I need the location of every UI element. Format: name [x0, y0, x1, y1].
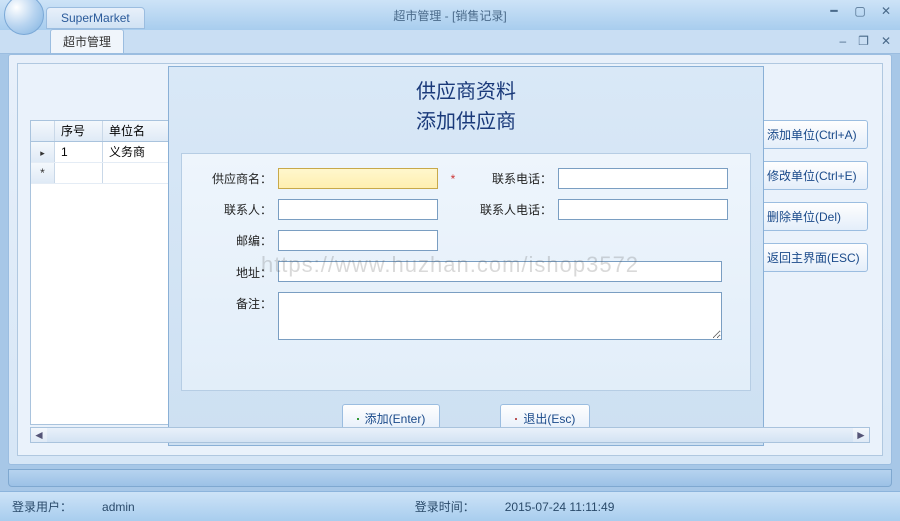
phone-input[interactable] — [558, 168, 728, 189]
grid-header-serial[interactable]: 序号 — [55, 121, 103, 141]
back-main-label: 返回主界面(ESC) — [767, 249, 860, 266]
mdi-restore-icon[interactable]: ❐ — [855, 34, 872, 48]
exit-icon — [515, 418, 517, 420]
label-supplier-name: 供应商名： — [192, 170, 278, 187]
mdi-minimize-icon[interactable]: – — [836, 34, 849, 48]
content-area: 序号 单位名 1 义务商 添加单位(Ctrl+A) 修改单位(Ctrl+E) — [8, 54, 892, 465]
label-contact-phone: 联系人电话： — [468, 201, 558, 218]
window-title: 超市管理 - [销售记录] — [393, 7, 506, 24]
dialog-title: 供应商资料 添加供应商 — [169, 67, 763, 137]
address-input[interactable] — [278, 261, 722, 282]
grid-header-unit[interactable]: 单位名 — [103, 121, 169, 141]
new-row-indicator-icon — [31, 163, 55, 183]
label-contact: 联系人： — [192, 201, 278, 218]
zip-input[interactable] — [278, 230, 438, 251]
document-tab-strip: 超市管理 – ❐ ✕ — [0, 30, 900, 54]
status-user-label: 登录用户： — [12, 498, 72, 515]
close-button[interactable]: ✕ — [878, 4, 894, 18]
mdi-close-icon[interactable]: ✕ — [878, 34, 894, 48]
supplier-grid[interactable]: 序号 单位名 1 义务商 — [30, 120, 170, 425]
dialog-exit-label: 退出(Esc) — [523, 410, 575, 427]
dialog-add-label: 添加(Enter) — [365, 410, 426, 427]
status-user-value: admin — [102, 500, 135, 514]
add-unit-label: 添加单位(Ctrl+A) — [767, 126, 857, 143]
ribbon-bottom-bar — [8, 469, 892, 487]
title-bar: SuperMarket 超市管理 - [销售记录] ━ ▢ ✕ — [0, 0, 900, 30]
status-bar: 登录用户： admin 登录时间： 2015-07-24 11:11:49 — [0, 491, 900, 521]
maximize-button[interactable]: ▢ — [852, 4, 868, 18]
cell-serial: 1 — [55, 142, 103, 162]
delete-unit-label: 删除单位(Del) — [767, 208, 841, 225]
label-address: 地址： — [192, 261, 278, 281]
row-indicator-icon — [31, 142, 55, 162]
inner-panel: 序号 单位名 1 义务商 添加单位(Ctrl+A) 修改单位(Ctrl+E) — [17, 63, 883, 456]
table-row[interactable]: 1 义务商 — [31, 142, 169, 163]
remark-input[interactable] — [278, 292, 722, 340]
required-mark: * — [438, 172, 468, 186]
label-remark: 备注： — [192, 292, 278, 312]
cell-unit: 义务商 — [103, 142, 169, 162]
status-time-value: 2015-07-24 11:11:49 — [505, 500, 615, 514]
add-confirm-icon — [357, 418, 359, 420]
app-tab-supermarket[interactable]: SuperMarket — [46, 7, 145, 29]
edit-unit-label: 修改单位(Ctrl+E) — [767, 167, 857, 184]
table-row-new[interactable] — [31, 163, 169, 184]
minimize-button[interactable]: ━ — [826, 4, 842, 18]
supplier-name-input[interactable] — [278, 168, 438, 189]
horizontal-scrollbar[interactable]: ◄ ► — [30, 427, 870, 443]
supplier-form: 供应商名： * 联系电话： 联系人： 联系人电话： 邮编： 地址： — [181, 153, 751, 391]
contact-input[interactable] — [278, 199, 438, 220]
status-time-label: 登录时间： — [415, 498, 475, 515]
grid-header-corner — [31, 121, 55, 141]
scroll-left-icon[interactable]: ◄ — [31, 428, 47, 442]
label-zip: 邮编： — [192, 232, 278, 249]
grid-header-row: 序号 单位名 — [31, 121, 169, 142]
dialog-title-line1: 供应商资料 — [169, 77, 763, 107]
dialog-title-line2: 添加供应商 — [169, 107, 763, 137]
tab-supermarket-mgmt[interactable]: 超市管理 — [50, 29, 124, 53]
contact-phone-input[interactable] — [558, 199, 728, 220]
scroll-right-icon[interactable]: ► — [853, 428, 869, 442]
label-phone: 联系电话： — [468, 170, 558, 187]
add-supplier-dialog: 供应商资料 添加供应商 供应商名： * 联系电话： 联系人： 联系人电话： 邮编… — [168, 66, 764, 446]
